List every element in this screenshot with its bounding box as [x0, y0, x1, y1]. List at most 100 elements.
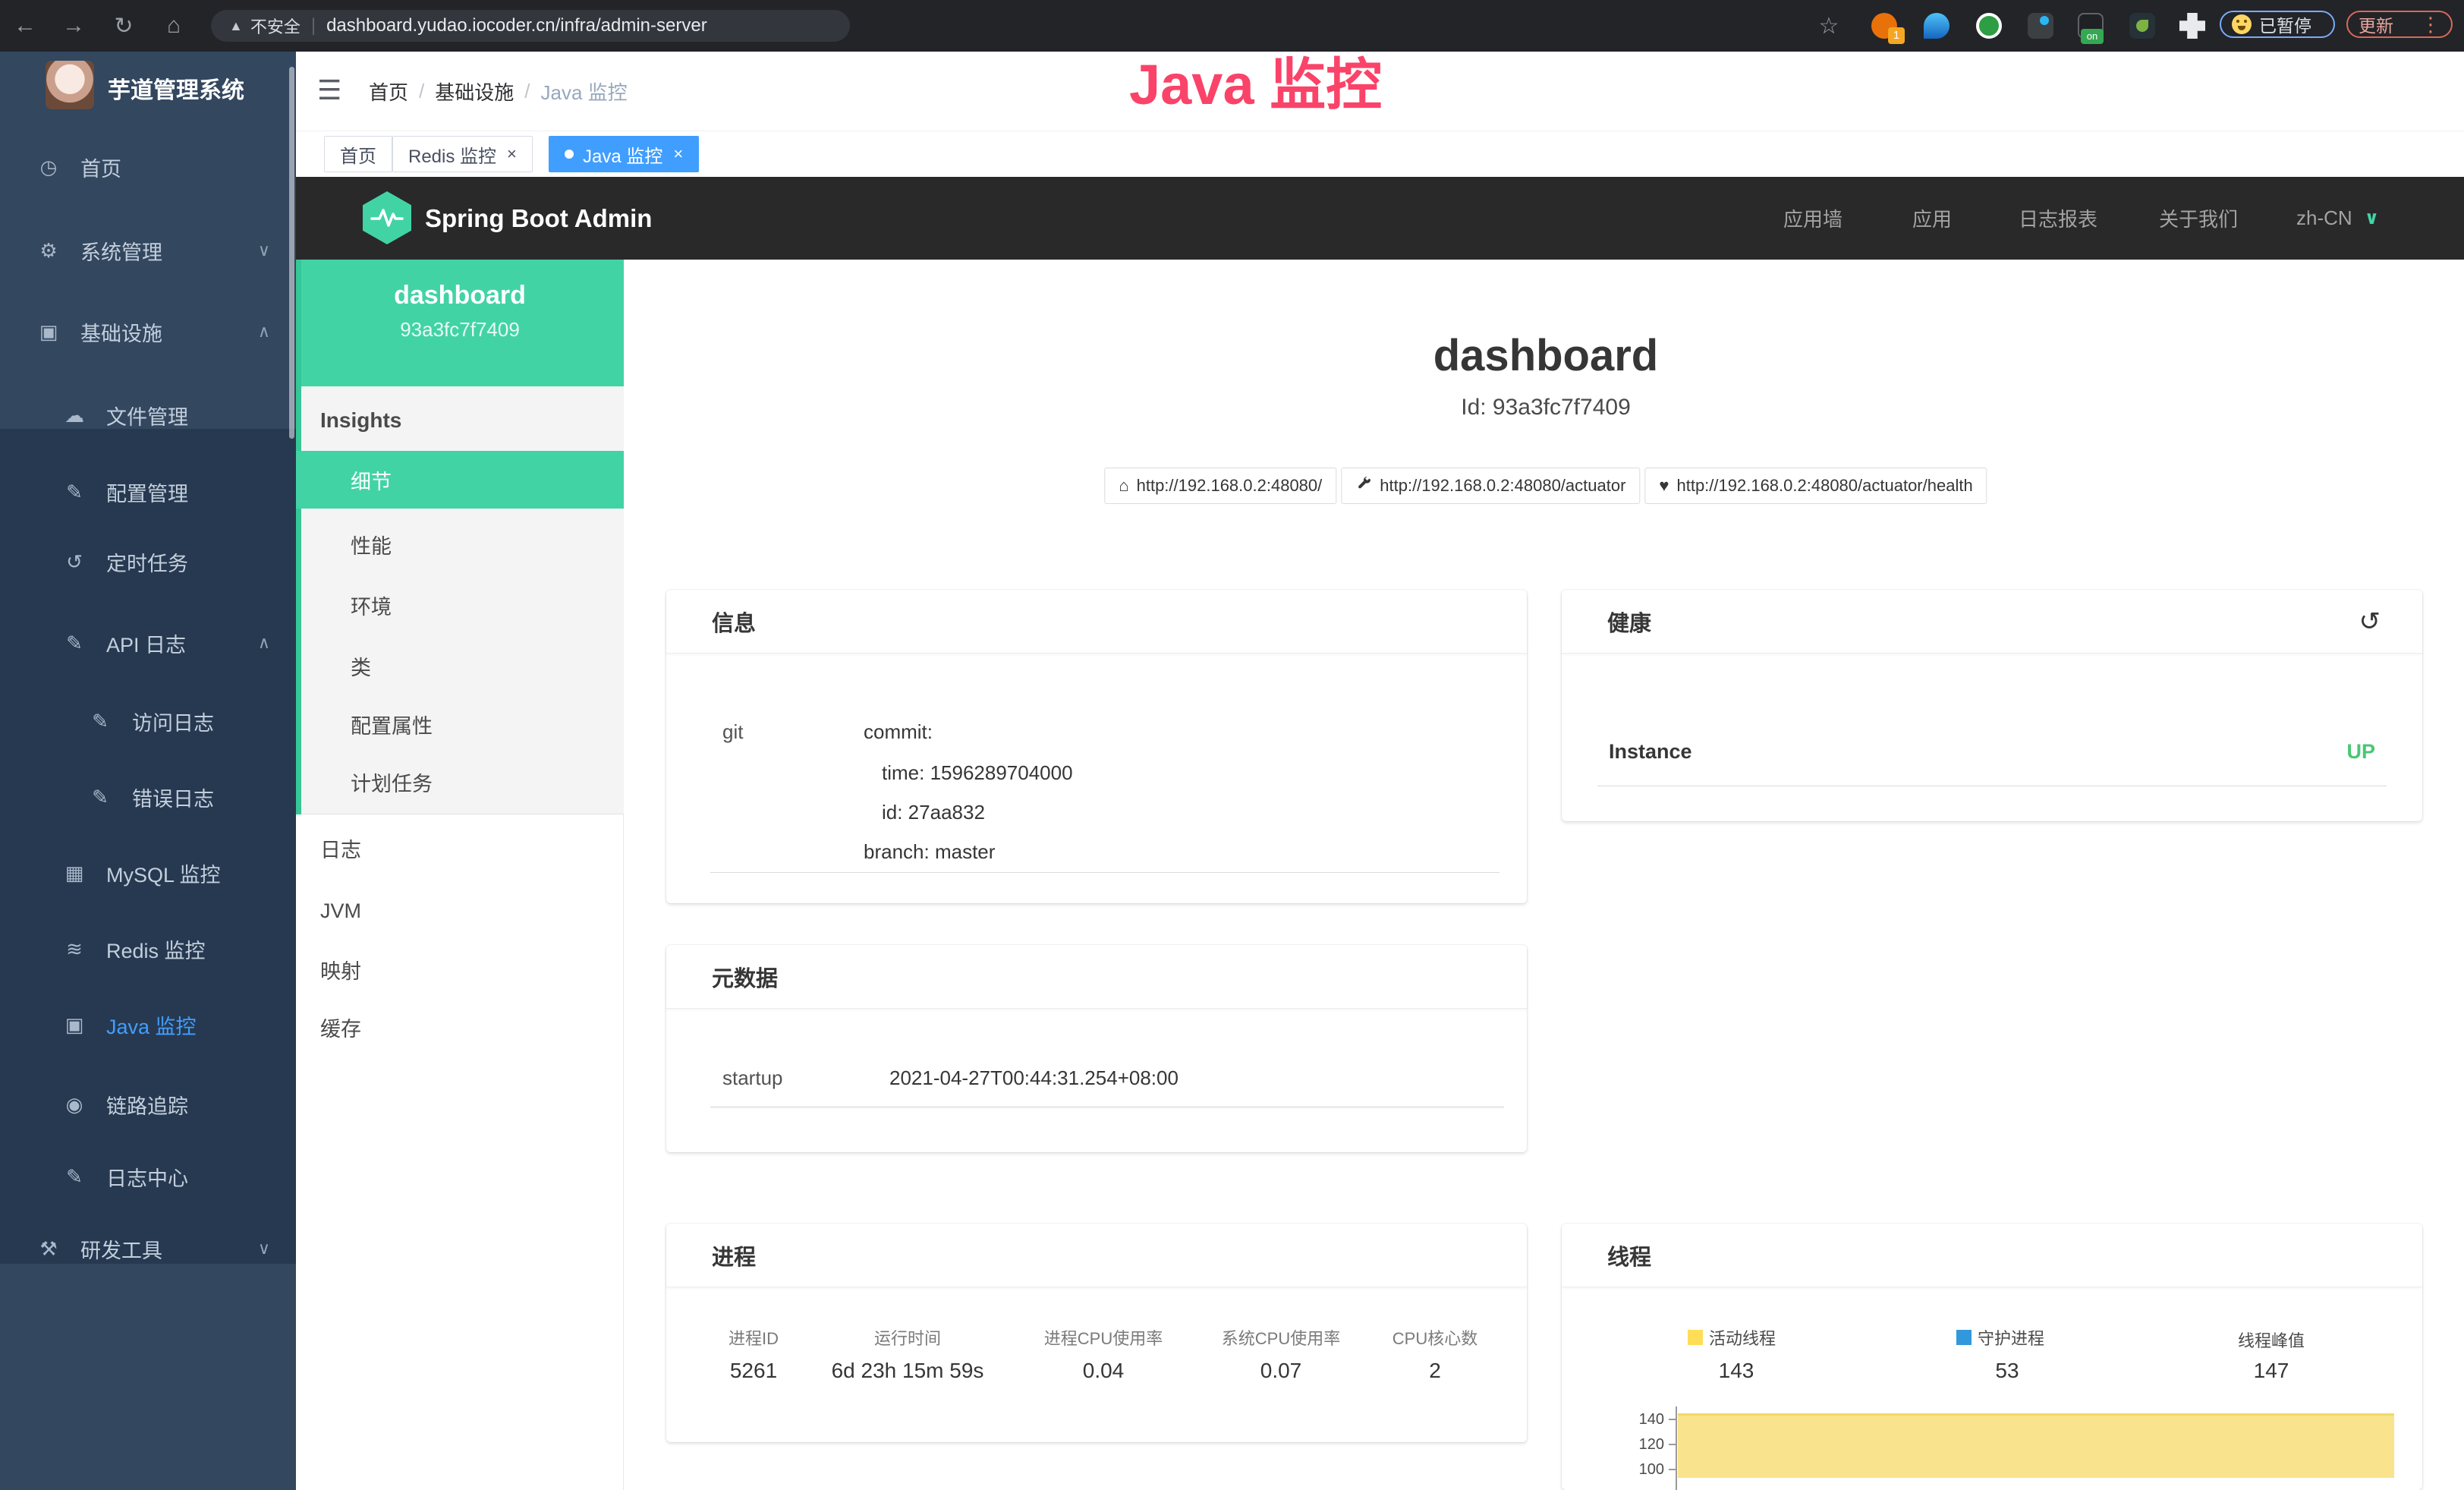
process-col-header: 系统CPU使用率 — [1222, 1325, 1340, 1350]
security-label[interactable]: 不安全 — [250, 14, 301, 38]
health-url-link[interactable]: ♥ http://192.168.0.2:48080/actuator/heal… — [1644, 468, 1987, 504]
address-bar[interactable]: ▲ 不安全 | dashboard.yudao.iocoder.cn/infra… — [211, 10, 850, 42]
sba-nav-applications[interactable]: 应用 — [1912, 177, 1952, 260]
panel-title: 信息 — [712, 606, 756, 638]
sidebar-item-label: 研发工具 — [80, 1234, 162, 1264]
eye-icon: ◉ — [59, 1093, 90, 1117]
sidebar-item-label: 定时任务 — [106, 547, 188, 577]
actuator-url-link[interactable]: http://192.168.0.2:48080/actuator — [1341, 468, 1640, 504]
legend-swatch-yellow — [1688, 1330, 1703, 1345]
sidebar-item-infrastructure[interactable]: ▣ 基础设施 ∧ — [0, 301, 296, 362]
cloud-upload-icon: ☁ — [59, 404, 90, 427]
tab-label: 首页 — [340, 141, 376, 168]
sba-menu-environment[interactable]: 环境 — [296, 576, 624, 634]
sidebar-scrollbar[interactable] — [289, 67, 294, 439]
browser-back-icon[interactable]: ← — [6, 0, 44, 52]
sidebar-item-redis-monitor[interactable]: ≋ Redis 监控 — [0, 918, 296, 979]
sidebar-item-label: 首页 — [80, 153, 121, 182]
update-button[interactable]: 更新 ⋮ — [2346, 11, 2453, 38]
health-instance-label[interactable]: Instance — [1609, 740, 1692, 764]
info-line: id: 27aa832 — [882, 801, 985, 824]
extension-icon[interactable] — [1976, 13, 2002, 39]
sba-nav-journal[interactable]: 日志报表 — [2019, 177, 2097, 260]
omnibox-divider: | — [311, 15, 316, 36]
bookmark-star-icon[interactable]: ☆ — [1810, 0, 1848, 52]
sba-section-label: Insights — [320, 408, 401, 433]
breadcrumb-item[interactable]: 首页 — [369, 77, 408, 106]
browser-forward-icon[interactable]: → — [55, 0, 93, 52]
health-status-badge: UP — [2346, 740, 2375, 764]
sba-brand[interactable]: Spring Boot Admin — [425, 204, 652, 233]
sba-menu-metrics[interactable]: 性能 — [296, 515, 624, 573]
sba-nav-wallboard[interactable]: 应用墙 — [1783, 177, 1842, 260]
app-sidebar: 芋道管理系统 ◷ 首页 ⚙ 系统管理 ∨ ▣ 基础设施 ∧ ☁ 文件管理 ✎ 配… — [0, 52, 296, 1490]
breadcrumb-item-current: Java 监控 — [541, 77, 628, 106]
sba-menu-details[interactable]: 细节 — [296, 451, 624, 509]
locale-caret-down-icon: ∨ — [2365, 207, 2380, 229]
sba-menu-caches[interactable]: 缓存 — [296, 998, 624, 1056]
sidebar-item-access-logs[interactable]: ✎ 访问日志 — [0, 691, 296, 751]
sidebar-toggle-icon[interactable]: ☰ — [317, 74, 341, 106]
sidebar-item-java-monitor[interactable]: ▣ Java 监控 — [0, 994, 296, 1055]
process-col-header: 运行时间 — [874, 1325, 941, 1350]
sba-menu-config-props[interactable]: 配置属性 — [296, 695, 624, 753]
edit-icon: ✎ — [59, 632, 90, 655]
extension-icon[interactable] — [2129, 13, 2155, 39]
process-value: 5261 — [730, 1359, 777, 1383]
info-panel-header: 信息 — [666, 590, 1527, 654]
tab-home[interactable]: 首页 — [324, 136, 392, 172]
app-title: 芋道管理系统 — [108, 71, 244, 105]
metadata-panel-header: 元数据 — [666, 945, 1527, 1009]
sidebar-item-home[interactable]: ◷ 首页 — [0, 137, 296, 197]
browser-reload-icon[interactable]: ↻ — [105, 0, 143, 52]
sidebar-item-label: 文件管理 — [106, 401, 188, 430]
service-url-link[interactable]: ⌂ http://192.168.0.2:48080/ — [1104, 468, 1336, 504]
sidebar-item-dev-tools[interactable]: ⚒ 研发工具 ∨ — [0, 1218, 296, 1279]
panel-title: 元数据 — [712, 961, 778, 993]
health-history-icon[interactable]: ↺ — [2359, 606, 2381, 637]
sba-menu-logs[interactable]: 日志 — [296, 819, 624, 877]
sidebar-item-tracing[interactable]: ◉ 链路追踪 — [0, 1074, 296, 1135]
sba-nav-about[interactable]: 关于我们 — [2159, 177, 2238, 260]
sba-locale-select[interactable]: zh-CN ∨ — [2296, 177, 2379, 260]
sidebar-item-system-mgmt[interactable]: ⚙ 系统管理 ∨ — [0, 220, 296, 281]
breadcrumb: 首页 / 基础设施 / Java 监控 — [369, 52, 628, 131]
tab-java-monitor[interactable]: Java 监控 × — [549, 136, 699, 172]
tab-close-icon[interactable]: × — [507, 144, 517, 164]
live-threads-area-chart — [1678, 1413, 2394, 1478]
threads-panel: 线程 活动线程 守护进程 线程峰值 143 53 147 140 120 100 — [1562, 1224, 2422, 1490]
sidebar-item-scheduled-jobs[interactable]: ↺ 定时任务 — [0, 531, 296, 592]
info-panel: 信息 git commit: time: 1596289704000 id: 2… — [666, 590, 1527, 903]
info-row-label: git — [722, 720, 743, 744]
extension-icon[interactable] — [2028, 13, 2053, 39]
extensions-puzzle-icon[interactable] — [2179, 13, 2205, 39]
emoji-face-icon — [2232, 14, 2252, 34]
sidebar-item-label: 日志中心 — [106, 1162, 188, 1192]
sidebar-item-config-mgmt[interactable]: ✎ 配置管理 — [0, 461, 296, 522]
tab-close-icon[interactable]: × — [673, 144, 683, 164]
browser-menu-kebab-icon[interactable]: ⋮ — [2421, 13, 2440, 36]
sba-app-name: dashboard — [296, 281, 624, 310]
threads-value: 143 — [1719, 1359, 1754, 1383]
sba-menu-scheduled-tasks[interactable]: 计划任务 — [296, 753, 624, 811]
sidebar-item-log-center[interactable]: ✎ 日志中心 — [0, 1146, 296, 1207]
tabs-bar: 首页 Redis 监控 × Java 监控 × — [296, 131, 2464, 178]
sidebar-item-api-logs[interactable]: ✎ API 日志 ∧ — [0, 613, 296, 673]
browser-home-icon[interactable]: ⌂ — [155, 0, 193, 52]
sidebar-item-mysql-monitor[interactable]: ▦ MySQL 监控 — [0, 843, 296, 903]
sba-menu-mappings[interactable]: 映射 — [296, 940, 624, 998]
sba-menu-jvm[interactable]: JVM — [296, 882, 624, 940]
sidebar-item-file-mgmt[interactable]: ☁ 文件管理 — [0, 385, 296, 446]
paused-badge[interactable]: 已暂停 — [2220, 11, 2335, 38]
extension-icon[interactable] — [1924, 13, 1949, 39]
page-url[interactable]: dashboard.yudao.iocoder.cn/infra/admin-s… — [326, 15, 707, 36]
sba-menu-classes[interactable]: 类 — [296, 637, 624, 695]
chevron-down-icon: ∨ — [258, 241, 270, 260]
sba-instance-header[interactable]: dashboard 93a3fc7f7409 — [296, 260, 624, 386]
y-axis-tick — [1669, 1419, 1676, 1420]
instance-id-label: Id: 93a3fc7f7409 — [1461, 395, 1631, 421]
breadcrumb-item[interactable]: 基础设施 — [435, 77, 514, 106]
annotation-text: Java 监控 — [1129, 39, 1509, 121]
sidebar-item-error-logs[interactable]: ✎ 错误日志 — [0, 767, 296, 827]
tab-redis-monitor[interactable]: Redis 监控 × — [392, 136, 533, 172]
